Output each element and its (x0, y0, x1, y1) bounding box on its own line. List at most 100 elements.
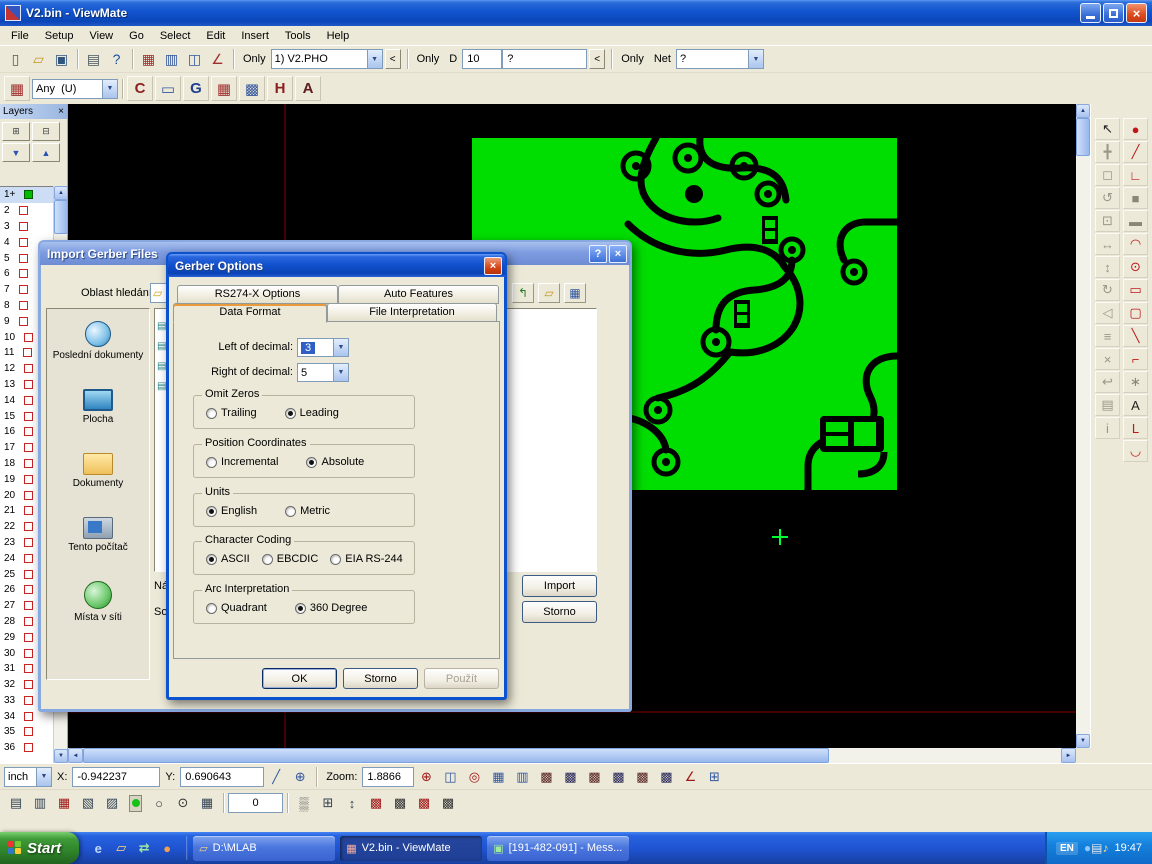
origin-target-icon[interactable]: ⊕ (288, 766, 312, 788)
layer-color-swatch[interactable] (24, 190, 33, 199)
chevron-down-icon[interactable]: ▼ (102, 80, 117, 98)
layer-prev-button[interactable]: < (385, 49, 401, 69)
open-folder-icon[interactable]: ▱ (27, 48, 50, 70)
layer-color-swatch[interactable] (24, 475, 33, 484)
pattern-grid-icon[interactable]: ▦ (4, 76, 30, 101)
radio-option[interactable]: 360 Degree (295, 602, 368, 614)
chevron-down-icon[interactable]: ▼ (333, 364, 348, 381)
menu-item[interactable]: Tools (277, 28, 319, 44)
rounded-rect-tool-icon[interactable]: ▢ (1123, 302, 1148, 324)
layer-color-swatch[interactable] (19, 206, 28, 215)
layer-color-swatch[interactable] (24, 380, 33, 389)
menu-item[interactable]: Go (121, 28, 152, 44)
clock[interactable]: 19:47 (1114, 842, 1142, 854)
layer-color-swatch[interactable] (24, 696, 33, 705)
radio-option[interactable]: Quadrant (206, 602, 267, 614)
copy-item-icon[interactable]: ≡ (1095, 325, 1120, 347)
l-shape-tool-icon[interactable]: L (1123, 417, 1148, 439)
layer-row[interactable]: 3 (0, 219, 54, 235)
layer-color-swatch[interactable] (24, 427, 33, 436)
new-folder-icon[interactable]: ▱ (538, 283, 560, 303)
layer-color-swatch[interactable] (24, 649, 33, 658)
pad-shape-icon[interactable]: ▭ (155, 76, 181, 101)
layer-color-swatch[interactable] (24, 585, 33, 594)
close-button[interactable]: × (1126, 3, 1147, 23)
star-tool-icon[interactable]: ∗ (1123, 371, 1148, 393)
scrollbar-thumb[interactable] (54, 200, 68, 234)
traffic-light-icon[interactable] (129, 795, 142, 812)
folder-quick-icon[interactable]: ▱ (112, 839, 130, 857)
dialog-titlebar[interactable]: Gerber Options × (168, 254, 505, 277)
g-code-icon[interactable]: G (183, 76, 209, 101)
layer-stack-2-icon[interactable]: ▥ (28, 792, 52, 814)
layer-row[interactable]: 1+ (0, 187, 54, 203)
text-tool-icon[interactable]: A (1123, 394, 1148, 416)
grid-c-icon[interactable]: ⊞ (702, 766, 726, 788)
chevron-down-icon[interactable]: ▼ (333, 339, 348, 356)
vertical-scrollbar[interactable]: ▲ ▼ (1076, 104, 1090, 748)
place-desktop[interactable]: Plocha (47, 389, 149, 426)
dcode-filter-field[interactable]: ? (502, 49, 587, 69)
import-button[interactable]: Import (522, 575, 597, 597)
grid-a-icon[interactable]: ▦ (486, 766, 510, 788)
corner-tool-icon[interactable]: ⌐ (1123, 348, 1148, 370)
film-4-icon[interactable]: ▩ (606, 766, 630, 788)
radio-option[interactable]: Incremental (206, 456, 278, 468)
new-file-icon[interactable]: ▯ (4, 48, 27, 70)
radio-option[interactable]: ASCII (206, 553, 250, 565)
updown-icon[interactable]: ↕ (340, 792, 364, 814)
redraw-icon[interactable]: ↺ (1095, 187, 1120, 209)
rotate-item-icon[interactable]: ↻ (1095, 279, 1120, 301)
layer-color-swatch[interactable] (19, 285, 28, 294)
rect-tool-icon[interactable]: ▭ (1123, 279, 1148, 301)
layer-up-icon[interactable]: ▲ (32, 143, 60, 162)
layer-row[interactable]: 2 (0, 203, 54, 219)
film-1-icon[interactable]: ▩ (534, 766, 558, 788)
dialog-tab[interactable]: RS274-X Options (177, 285, 338, 304)
tray-volume-icon[interactable]: ♪ (1102, 841, 1108, 855)
zoom-in-icon[interactable]: ⊕ (414, 766, 438, 788)
arc-tool-icon[interactable]: ◠ (1123, 233, 1148, 255)
layer-color-swatch[interactable] (24, 412, 33, 421)
menu-item[interactable]: Select (152, 28, 199, 44)
layer-view-icon[interactable]: ▤ (1095, 394, 1120, 416)
zoom-area-icon[interactable]: ◻ (1095, 164, 1120, 186)
print-icon[interactable]: ▤ (82, 48, 105, 70)
pat-3-icon[interactable]: ▩ (412, 792, 436, 814)
radio-option[interactable]: Metric (285, 505, 330, 517)
taskbar-window-viewmate[interactable]: ▦ V2.bin - ViewMate (340, 836, 482, 861)
layer-stack-4-icon[interactable]: ▨ (100, 792, 124, 814)
sync-arrows-icon[interactable]: ⇄ (135, 839, 153, 857)
layer-color-swatch[interactable] (24, 506, 33, 515)
left-decimal-combo[interactable]: 3 ▼ (297, 338, 349, 357)
layer-color-swatch[interactable] (24, 459, 33, 468)
layer-color-swatch[interactable] (24, 554, 33, 563)
context-help-icon[interactable]: ? (105, 48, 128, 70)
layer-grid-icon[interactable]: ⊞ (2, 122, 30, 141)
grid-d-icon[interactable]: ▦ (195, 792, 219, 814)
move-item-icon[interactable]: ↔ (1095, 233, 1120, 255)
layer-row[interactable]: 36 (0, 740, 54, 756)
pan-view-icon[interactable]: ╋ (1095, 141, 1120, 163)
line-tool-icon[interactable]: ╱ (1123, 141, 1148, 163)
grid-red-icon[interactable]: ▦ (211, 76, 237, 101)
layer-color-swatch[interactable] (24, 617, 33, 626)
layer-color-swatch[interactable] (24, 712, 33, 721)
zoom-value-field[interactable]: 1.8866 (362, 767, 414, 787)
menu-item[interactable]: Setup (37, 28, 82, 44)
circle-tool-icon[interactable]: ⊙ (1123, 256, 1148, 278)
ok-button[interactable]: OK (262, 668, 337, 689)
layer-color-swatch[interactable] (24, 522, 33, 531)
film-3-icon[interactable]: ▩ (582, 766, 606, 788)
cancel-button[interactable]: Storno (343, 668, 418, 689)
grid-e-icon[interactable]: ⊞ (316, 792, 340, 814)
radio-option[interactable]: Trailing (206, 407, 257, 419)
info-icon[interactable]: i (1095, 417, 1120, 439)
scroll-down-icon[interactable]: ▼ (54, 749, 68, 763)
layer-color-swatch[interactable] (24, 727, 33, 736)
h-code-icon[interactable]: H (267, 76, 293, 101)
layer-color-swatch[interactable] (19, 317, 28, 326)
menu-item[interactable]: File (3, 28, 37, 44)
dialog-tab[interactable]: Auto Features (338, 285, 499, 304)
y-coordinate-field[interactable]: 0.690643 (180, 767, 264, 787)
